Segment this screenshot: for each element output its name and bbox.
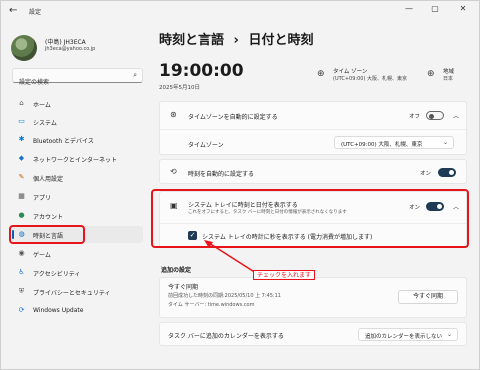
timezone-label: タイムゾーン — [188, 142, 224, 149]
chevron-down-icon: ⌄ — [442, 139, 448, 146]
breadcrumb: 時刻と言語 › 日付と時刻 — [159, 29, 313, 48]
sync-server: タイム サーバー: time.windows.com — [168, 302, 255, 308]
close-button[interactable]: ✕ — [453, 4, 473, 13]
annotation-arrow — [204, 240, 257, 274]
update-icon: ⟳ — [18, 306, 25, 314]
sidebar-item-label: プライバシーとセキュリティ — [33, 290, 111, 297]
sidebar-item-label: ネットワークとインターネット — [33, 157, 118, 164]
title-bar: ← 設定 — ▢ ✕ — [1, 1, 479, 23]
highlight-box-nav — [9, 225, 85, 244]
sync-card: 今すぐ同期 前回成功した時刻の同期:2025/05/10 上 7:45:11 タ… — [159, 277, 467, 318]
sidebar-item-label: ホーム — [33, 102, 51, 109]
sidebar-item-accounts[interactable]: ● アカウント — [12, 207, 143, 224]
auto-time-state: オン — [420, 171, 432, 177]
highlight-box-tray — [151, 189, 469, 248]
current-time: 19:00:00 — [159, 61, 244, 81]
sidebar-item-gaming[interactable]: ◉ ゲーム — [12, 245, 143, 262]
calendar-label: タスク バーに追加のカレンダーを表示する — [168, 333, 284, 340]
timezone-dropdown[interactable]: (UTC+09:00) 大阪、札幌、東京 ⌄ — [334, 136, 454, 149]
user-name: (中島) JH3ECA — [45, 39, 86, 46]
calendar-card: タスク バーに追加のカレンダーを表示する 追加のカレンダーを表示しない ⌄ — [159, 322, 467, 346]
sidebar-item-privacy[interactable]: ⛨ プライバシーとセキュリティ — [12, 283, 143, 300]
divider — [160, 129, 466, 130]
breadcrumb-parent[interactable]: 時刻と言語 — [159, 33, 224, 48]
breadcrumb-separator: › — [233, 33, 239, 48]
account-icon: ● — [18, 211, 25, 219]
sidebar-item-label: アプリ — [33, 195, 52, 202]
sidebar-item-label: アクセシビリティ — [33, 271, 81, 278]
auto-time-card: ⟲ 時刻を自動的に設定する オン — [159, 159, 467, 184]
timezone-dropdown-value: (UTC+09:00) 大阪、札幌、東京 — [341, 142, 423, 148]
annotation-label: チェックを入れます — [253, 270, 316, 280]
timezone-info-label: タイム ゾーン — [333, 69, 368, 75]
sidebar-item-accessibility[interactable]: ♿ アクセシビリティ — [12, 264, 143, 281]
sidebar-item-label: Windows Update — [33, 307, 84, 314]
sidebar-item-label: アカウント — [33, 214, 64, 221]
search-box[interactable]: ⌕ — [12, 68, 143, 89]
network-icon: ◆ — [18, 154, 25, 162]
region-info-label: 地域 — [443, 69, 455, 75]
timezone-info-value: (UTC+09:00) 大阪、札幌、東京 — [333, 76, 408, 82]
auto-timezone-state: オフ — [409, 114, 421, 120]
auto-timezone-label: タイムゾーンを自動的に設定する — [188, 114, 278, 121]
globe-icon: ⊕ — [427, 69, 435, 79]
chevron-up-icon[interactable]: ︿ — [453, 111, 459, 120]
brush-icon: ✎ — [18, 173, 25, 181]
section-title: 追加の設定 — [161, 267, 192, 274]
minimize-button[interactable]: — — [399, 4, 419, 13]
sidebar-item-home[interactable]: ⌂ ホーム — [12, 95, 143, 112]
timezone-settings-card: ⊛ タイムゾーンを自動的に設定する オフ ︿ タイムゾーン (UTC+09:00… — [159, 101, 467, 155]
auto-time-label: 時刻を自動的に設定する — [188, 171, 255, 178]
app-title: 設定 — [29, 9, 42, 16]
accessibility-icon: ♿ — [18, 268, 25, 276]
apps-icon: ▦ — [18, 192, 25, 200]
sidebar-item-label: 個人用設定 — [33, 176, 64, 183]
sidebar-item-apps[interactable]: ▦ アプリ — [12, 188, 143, 205]
sidebar-item-label: システム — [33, 120, 57, 127]
avatar[interactable] — [11, 35, 37, 61]
settings-window: ← 設定 — ▢ ✕ (中島) JH3ECA jh3eca@yahoo.co.j… — [0, 0, 480, 370]
search-input[interactable] — [13, 76, 123, 89]
user-email: jh3eca@yahoo.co.jp — [45, 46, 96, 52]
gamepad-icon: ◉ — [18, 249, 25, 257]
sync-last-time: 前回成功した時刻の同期:2025/05/10 上 7:45:11 — [168, 293, 281, 299]
auto-timezone-toggle[interactable] — [426, 111, 444, 120]
sidebar-item-network[interactable]: ◆ ネットワークとインターネット — [12, 150, 143, 167]
sync-title: 今すぐ同期 — [168, 284, 199, 291]
sync-now-button[interactable]: 今すぐ同期 — [398, 290, 458, 304]
chevron-down-icon: ⌄ — [446, 331, 452, 338]
sidebar-item-bluetooth[interactable]: ✱ Bluetooth とデバイス — [12, 131, 143, 148]
globe-clock-icon: ⊕ — [317, 69, 325, 79]
page-title: 日付と時刻 — [248, 33, 314, 48]
search-icon[interactable]: ⌕ — [133, 71, 137, 80]
auto-time-toggle[interactable] — [438, 168, 456, 177]
timezone-icon: ⊛ — [170, 110, 177, 119]
back-button[interactable]: ← — [9, 5, 17, 16]
sidebar-item-label: Bluetooth とデバイス — [33, 138, 94, 145]
calendar-dropdown[interactable]: 追加のカレンダーを表示しない ⌄ — [358, 328, 458, 341]
current-date: 2025年5月10日 — [159, 85, 200, 91]
sidebar-item-windows-update[interactable]: ⟳ Windows Update — [12, 302, 143, 319]
sidebar-item-personalization[interactable]: ✎ 個人用設定 — [12, 169, 143, 186]
maximize-button[interactable]: ▢ — [425, 4, 445, 13]
system-icon: ▭ — [18, 117, 25, 125]
region-info-value: 日本 — [443, 76, 454, 82]
sidebar-item-label: ゲーム — [33, 252, 51, 259]
shield-icon: ⛨ — [18, 287, 25, 295]
home-icon: ⌂ — [19, 99, 24, 107]
sidebar-item-system[interactable]: ▭ システム — [12, 113, 143, 130]
bluetooth-icon: ✱ — [18, 135, 25, 143]
sync-clock-icon: ⟲ — [170, 167, 177, 176]
calendar-dropdown-value: 追加のカレンダーを表示しない — [365, 334, 443, 340]
